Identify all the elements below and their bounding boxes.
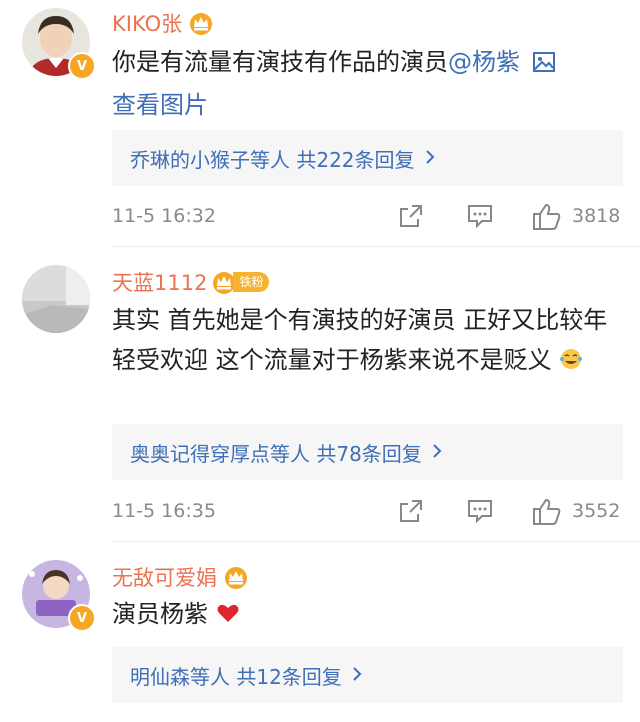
comment-text: 其实 首先她是个有演技的好演员 正好又比较年轻受欢迎 这个流量对于杨紫来说不是贬… xyxy=(112,300,612,383)
image-icon[interactable] xyxy=(532,45,556,85)
like-icon[interactable] xyxy=(532,498,562,531)
mention-link[interactable]: @杨紫 xyxy=(448,48,520,76)
like-icon[interactable] xyxy=(532,203,562,236)
share-icon[interactable] xyxy=(398,203,424,234)
divider xyxy=(112,246,640,247)
verified-badge-icon: V xyxy=(68,52,96,80)
avatar[interactable] xyxy=(22,265,90,333)
comment-meta: 11-5 16:32 3818 xyxy=(112,203,624,233)
username[interactable]: KIKO张 xyxy=(112,8,214,38)
crown-icon xyxy=(223,565,249,589)
reply-summary[interactable]: 乔琳的小猴子等人 共222条回复 xyxy=(112,130,623,186)
share-icon[interactable] xyxy=(398,498,424,529)
reply-summary[interactable]: 明仙森等人 共12条回复 xyxy=(112,647,623,703)
like-count: 3552 xyxy=(572,500,621,522)
fan-badge: 铁粉 xyxy=(211,271,270,294)
heart-emoji-icon xyxy=(216,596,240,636)
laugh-cry-emoji-icon xyxy=(559,343,583,383)
like-count: 3818 xyxy=(572,205,621,227)
reply-summary[interactable]: 奥奥记得穿厚点等人 共78条回复 xyxy=(112,424,623,480)
username[interactable]: 无敌可爱娟 xyxy=(112,562,249,592)
comment-text: 演员杨紫 xyxy=(112,594,622,636)
username[interactable]: 天蓝1112 铁粉 xyxy=(112,267,270,297)
comment-icon[interactable] xyxy=(466,203,494,234)
chevron-right-icon xyxy=(352,663,362,687)
crown-icon xyxy=(188,11,214,35)
divider xyxy=(112,541,640,542)
verified-badge-icon: V xyxy=(68,604,96,632)
comment-meta: 11-5 16:35 3552 xyxy=(112,498,624,528)
chevron-right-icon xyxy=(425,146,435,170)
comment-icon[interactable] xyxy=(466,498,494,529)
view-image-link[interactable]: 查看图片 xyxy=(112,91,208,119)
chevron-right-icon xyxy=(432,440,442,464)
timestamp: 11-5 16:32 xyxy=(112,205,216,227)
comment-text: 你是有流量有演技有作品的演员@杨紫 查看图片 xyxy=(112,42,622,125)
timestamp: 11-5 16:35 xyxy=(112,500,216,522)
